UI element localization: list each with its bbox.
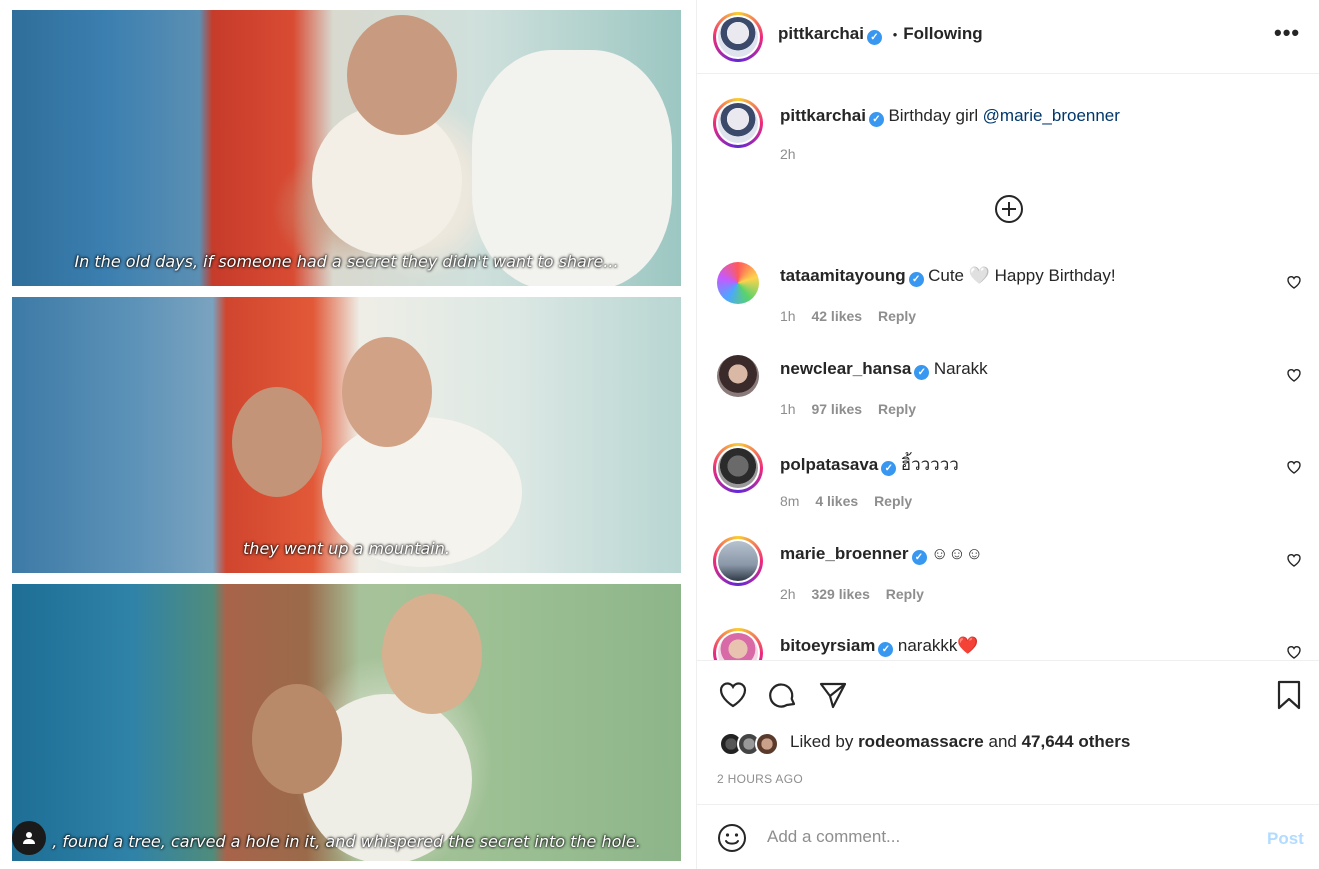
comment-line: marie_broenner ✓ ☺☺☺ xyxy=(780,544,983,565)
caption-mention-link[interactable]: @marie_broenner xyxy=(983,106,1120,125)
comment-username[interactable]: tataamitayoung xyxy=(780,266,906,285)
author-avatar[interactable] xyxy=(713,12,763,62)
liker-avatar[interactable] xyxy=(755,732,779,756)
comment-like-heart-icon[interactable] xyxy=(1286,274,1302,290)
comment-time: 2h xyxy=(780,586,796,602)
tagged-users-button[interactable] xyxy=(12,821,46,855)
comments-list[interactable]: pittkarchai ✓ Birthday girl @marie_broenn… xyxy=(697,75,1319,660)
shirt-shape xyxy=(472,50,672,286)
comment-like-heart-icon[interactable] xyxy=(1286,367,1302,383)
post-comment-button[interactable]: Post xyxy=(1267,829,1304,849)
commenter-avatar[interactable] xyxy=(713,443,763,493)
caption-username[interactable]: pittkarchai xyxy=(780,106,866,125)
verified-badge-icon: ✓ xyxy=(881,461,897,476)
comment-time: 1h xyxy=(780,401,796,417)
caption-text-line: pittkarchai ✓ Birthday girl @marie_broenn… xyxy=(780,106,1120,127)
author-username[interactable]: pittkarchai xyxy=(778,24,864,43)
comment-like-heart-icon[interactable] xyxy=(1286,459,1302,475)
image-caption-2: they went up a mountain. xyxy=(243,539,450,558)
comment-text: Narakk xyxy=(933,359,988,378)
comment-line: tataamitayoung ✓ Cute 🤍 Happy Birthday! xyxy=(780,266,1116,287)
reply-button[interactable]: Reply xyxy=(886,586,924,602)
post-details-panel: pittkarchai ✓ • Following ••• pittkarchai ✓… xyxy=(696,0,1319,869)
image-caption-1: In the old days, if someone had a secret… xyxy=(74,252,619,271)
post-media[interactable]: In the old days, if someone had a secret… xyxy=(0,0,696,869)
add-comment-bar: Post xyxy=(697,804,1319,869)
comment-username[interactable]: marie_broenner xyxy=(780,544,909,563)
commenter-avatar[interactable] xyxy=(713,536,763,586)
separator-dot: • xyxy=(892,27,898,42)
commenter-avatar[interactable] xyxy=(717,262,759,304)
comment-text: ☺☺☺ xyxy=(930,544,984,563)
comment-text: narakkk❤️ xyxy=(897,636,979,655)
comment-like-heart-icon[interactable] xyxy=(1286,552,1302,568)
send-icon[interactable] xyxy=(817,679,849,711)
following-button[interactable]: Following xyxy=(903,24,982,43)
caption-avatar[interactable] xyxy=(713,98,763,148)
post-actions: Liked by rodeomassacre and 47,644 others… xyxy=(697,660,1319,804)
likes-count-link[interactable]: 47,644 others xyxy=(1022,732,1131,751)
header-user: pittkarchai ✓ • Following xyxy=(778,24,983,45)
comment-username[interactable]: polpatasava xyxy=(780,455,878,474)
liked-middle: and xyxy=(988,732,1017,751)
verified-badge-icon: ✓ xyxy=(878,642,894,657)
comment-meta: 8m 4 likes Reply xyxy=(780,493,912,509)
verified-badge-icon: ✓ xyxy=(866,30,882,45)
person-face-shape xyxy=(342,337,432,447)
liked-by-user-link[interactable]: rodeomassacre xyxy=(858,732,984,751)
add-comment-input[interactable] xyxy=(767,827,1227,847)
emoji-icon[interactable] xyxy=(717,823,747,853)
liked-by-text: Liked by rodeomassacre and 47,644 others xyxy=(790,732,1130,752)
comment-meta: 2h 329 likes Reply xyxy=(780,586,924,602)
comment-time: 1h xyxy=(780,308,796,324)
person-face-shape xyxy=(347,15,457,135)
comment-like-heart-icon[interactable] xyxy=(1286,644,1302,660)
post-header: pittkarchai ✓ • Following ••• xyxy=(697,0,1319,74)
plus-circle-icon[interactable] xyxy=(994,194,1024,224)
comment-line: newclear_hansa ✓ Narakk xyxy=(780,359,988,380)
comment-likes[interactable]: 4 likes xyxy=(815,493,858,509)
bookmark-icon[interactable] xyxy=(1273,679,1305,711)
post-image-2: they went up a mountain. xyxy=(12,297,681,573)
post-timestamp: 2 HOURS AGO xyxy=(717,772,803,786)
verified-badge-icon: ✓ xyxy=(908,272,924,287)
caption-text: Birthday girl xyxy=(888,106,979,125)
commenter-avatar[interactable] xyxy=(713,628,763,660)
comment-line: polpatasava ✓ ฮิ้ววววว xyxy=(780,451,959,478)
comment-likes[interactable]: 329 likes xyxy=(811,586,869,602)
comment-likes[interactable]: 97 likes xyxy=(811,401,862,417)
person-face-shape xyxy=(232,387,322,497)
verified-badge-icon: ✓ xyxy=(911,550,927,565)
verified-badge-icon: ✓ xyxy=(914,365,930,380)
comment-meta: 1h 97 likes Reply xyxy=(780,401,916,417)
comment-username[interactable]: newclear_hansa xyxy=(780,359,911,378)
caption-time: 2h xyxy=(780,146,796,162)
post-image-1: In the old days, if someone had a secret… xyxy=(12,10,681,286)
image-caption-3: , found a tree, carved a hole in it, and… xyxy=(52,832,641,851)
post-image-3: , found a tree, carved a hole in it, and… xyxy=(12,584,681,861)
comment-line: bitoeyrsiam ✓ narakkk❤️ xyxy=(780,636,979,657)
reply-button[interactable]: Reply xyxy=(878,401,916,417)
comment-username[interactable]: bitoeyrsiam xyxy=(780,636,875,655)
comment-text: ฮิ้ววววว xyxy=(900,455,959,474)
liked-prefix: Liked by xyxy=(790,732,854,751)
verified-badge-icon: ✓ xyxy=(868,112,884,127)
more-options-icon[interactable]: ••• xyxy=(1274,20,1300,46)
comment-text: Cute 🤍 Happy Birthday! xyxy=(928,266,1116,285)
heart-icon[interactable] xyxy=(717,679,749,711)
comment-meta: 1h 42 likes Reply xyxy=(780,308,916,324)
commenter-avatar[interactable] xyxy=(717,355,759,397)
person-face-shape xyxy=(252,684,342,794)
person-icon xyxy=(23,832,35,844)
comment-likes[interactable]: 42 likes xyxy=(811,308,862,324)
comment-icon[interactable] xyxy=(767,679,799,711)
comment-time: 8m xyxy=(780,493,800,509)
person-face-shape xyxy=(382,594,482,714)
reply-button[interactable]: Reply xyxy=(874,493,912,509)
reply-button[interactable]: Reply xyxy=(878,308,916,324)
